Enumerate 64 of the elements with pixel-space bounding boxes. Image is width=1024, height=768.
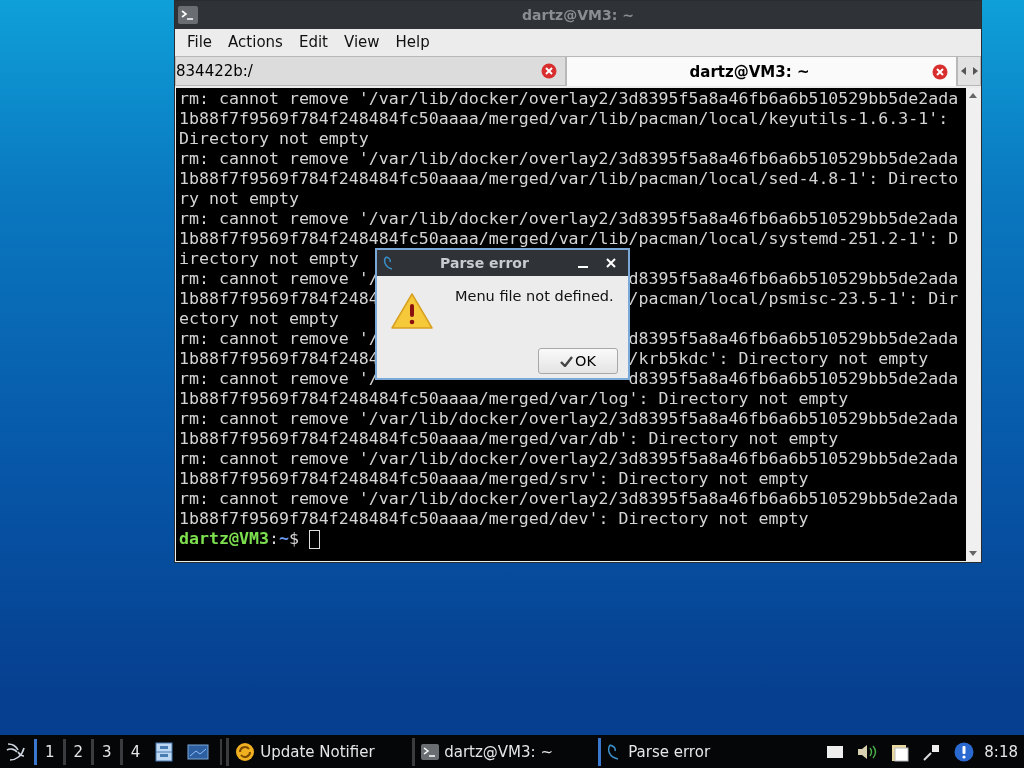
- terminal-line: /krb5kdc': Directory not empty: [628, 349, 929, 369]
- prompt-user: dartz@VM3: [179, 529, 269, 549]
- terminal-icon: [178, 6, 198, 24]
- terminal-line: d8395f5a8a46fb6a6b510529bb5de2ada: [628, 369, 959, 389]
- scrollbar[interactable]: [966, 88, 980, 561]
- terminal-line: 1b88f7f9569f784f248484fc50aaaa/merged/srv': Directory not empty: [179, 469, 809, 488]
- file-cabinet-icon[interactable]: [155, 741, 174, 762]
- taskbar-task[interactable]: dartz@VM3: ~: [412, 737, 599, 766]
- taskbar-task[interactable]: Parse error: [598, 737, 785, 766]
- workspace-button[interactable]: 2: [62, 738, 92, 765]
- text-cursor: [308, 529, 320, 549]
- scroll-down-icon[interactable]: [969, 551, 977, 557]
- dialog-title: Parse error: [439, 255, 530, 271]
- prompt-separator: :: [268, 529, 279, 549]
- tab[interactable]: 834422b:/: [175, 56, 566, 86]
- terminal-line: 1b88f7f9569f784f2484: [179, 289, 379, 309]
- menu-item[interactable]: Edit: [290, 33, 336, 51]
- menu-item[interactable]: View: [335, 33, 388, 51]
- workspace-button[interactable]: 1: [34, 738, 63, 765]
- terminal-line: 1b88f7f9569f784f248484fc50aaaa/merged/var/db': Directory not empty: [179, 429, 839, 448]
- desktop-icon[interactable]: [187, 743, 210, 760]
- prompt-path: ~: [278, 529, 289, 549]
- terminal-line: rm: cannot remove '/var/lib/docker/overlay2/3d8395f5a8a46fb6a6b510529bb5de2ada: [179, 449, 959, 468]
- terminal-icon: [421, 743, 440, 760]
- speaker-icon[interactable]: [856, 742, 879, 761]
- warning-icon: [391, 292, 433, 330]
- terminal-line: d8395f5a8a46fb6a6b510529bb5de2ada: [628, 329, 959, 349]
- dialog-message: Menu file not defined.: [455, 287, 614, 306]
- terminal-line: 1b88f7f9569f784f2484: [179, 349, 379, 369]
- terminal-line: 1b88f7f9569f784f248484fc50aaaa/merged/var/lib/pacman/local/sed-4.8-1': Directo: [179, 169, 959, 188]
- ok-button[interactable]: OK: [538, 348, 618, 374]
- right-arrow-icon[interactable]: [971, 67, 978, 75]
- tab[interactable]: dartz@VM3: ~: [566, 56, 957, 86]
- terminal-line: rm: cannot remove '/var/lib/docker/overlay2/3d8395f5a8a46fb6a6b510529bb5de2ada: [179, 209, 959, 228]
- workspace-button[interactable]: 3: [91, 738, 120, 765]
- prompt-symbol: $: [288, 529, 299, 549]
- workspace-button[interactable]: 4: [119, 738, 149, 765]
- terminal-line: ry not empty: [179, 189, 299, 208]
- scroll-up-icon[interactable]: [969, 92, 977, 98]
- clock[interactable]: 8:18: [984, 742, 1018, 761]
- terminal-line: rm: cannot remove '/var/lib/docker/overlay2/3d8395f5a8a46fb6a6b510529bb5de2ada: [179, 489, 959, 508]
- refresh-icon: [235, 741, 256, 762]
- check-icon: [560, 355, 574, 367]
- taskbar-task[interactable]: Update Notifier: [226, 737, 413, 766]
- tab-scroll-buttons[interactable]: [957, 56, 981, 86]
- terminal-line: rm: cannot remove '/var/lib/docker/overlay2/3d8395f5a8a46fb6a6b510529bb5de2ada: [179, 149, 959, 168]
- terminal-line: rm: cannot remove '/var/lib/docker/overlay2/3d8395f5a8a46fb6a6b510529bb5de2ada: [179, 409, 959, 428]
- terminal-line: rm: cannot remove '/var/lib/docker/overlay2/3d8395f5a8a46fb6a6b510529bb5de2ada: [179, 89, 959, 108]
- info-icon[interactable]: [954, 741, 975, 762]
- close-icon[interactable]: [606, 258, 616, 268]
- terminal-line: 1b88f7f9569f784f248484fc50aaaa/merged/dev': Directory not empty: [179, 509, 809, 528]
- terminal-line: /pacman/local/psmisc-23.5-1': Dir: [628, 289, 959, 309]
- window-title: dartz@VM3: ~: [521, 7, 635, 23]
- terminal-line: 1b88f7f9569f784f248484fc50aaaa/merged/var/lib/pacman/local/systemd-251.2-1': D: [179, 229, 959, 248]
- terminal-line: ectory not empty: [179, 309, 339, 328]
- menu-item[interactable]: File: [179, 33, 221, 51]
- left-arrow-icon[interactable]: [960, 67, 967, 75]
- menu-item[interactable]: Actions: [220, 33, 291, 51]
- terminal-line: 1b88f7f9569f784f248484fc50aaaa/merged/var/log': Directory not empty: [179, 389, 849, 408]
- terminal-line: 1b88f7f9569f784f248484fc50aaaa/merged/var/lib/pacman/local/keyutils-1.6.3-1':: [179, 109, 949, 128]
- menu-item[interactable]: Help: [387, 33, 438, 51]
- terminal-line: irectory not empty: [179, 249, 359, 268]
- terminal-line: Directory not empty: [179, 129, 369, 148]
- terminal-line: d8395f5a8a46fb6a6b510529bb5de2ada: [628, 269, 959, 289]
